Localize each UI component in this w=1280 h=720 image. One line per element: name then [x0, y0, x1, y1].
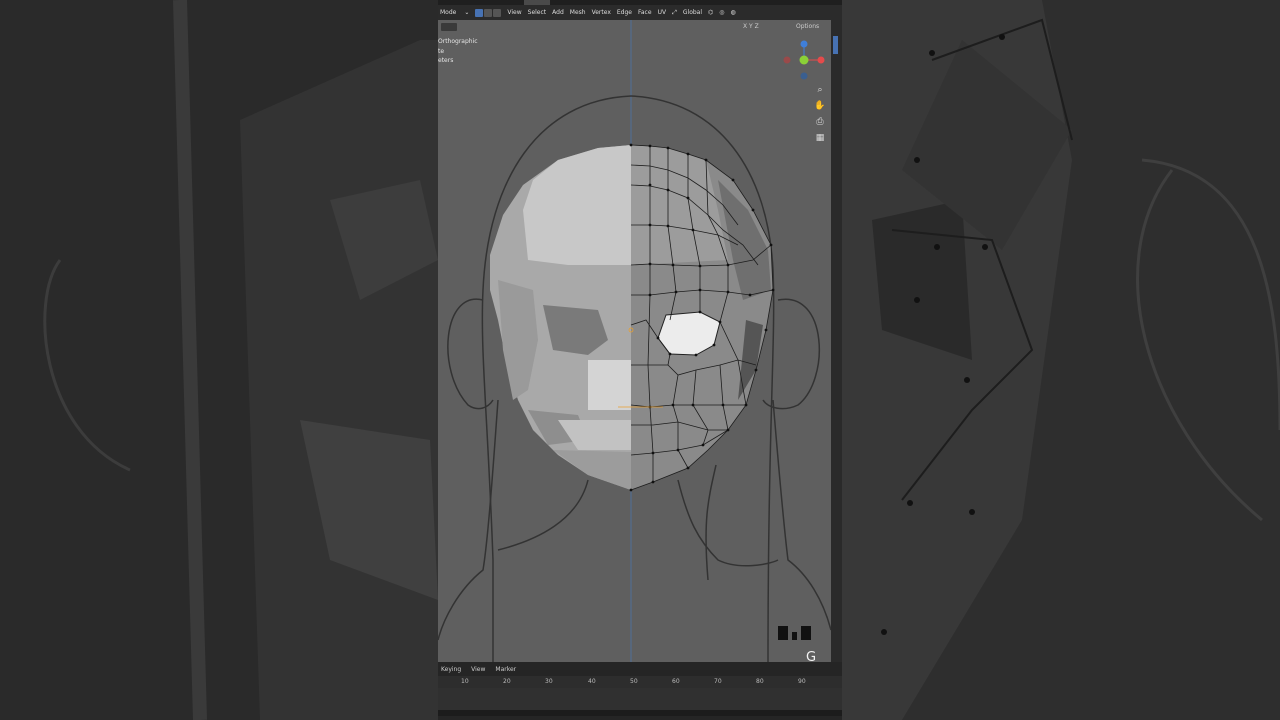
- menu-select[interactable]: Select: [528, 9, 547, 16]
- background-blur-left: [0, 0, 438, 720]
- menu-uv[interactable]: UV: [658, 9, 667, 16]
- viewport-navigation-icons: ⌕ ✋ ⎙ ▦: [814, 84, 826, 144]
- blender-window: Mode ⌄ View Select Add Mesh Vertex Edge …: [438, 0, 842, 720]
- camera-icon[interactable]: ⎙: [814, 116, 826, 128]
- timeline-track-area[interactable]: [438, 688, 842, 710]
- viewport-shading-icon[interactable]: [441, 23, 457, 31]
- gizmo-neg-z-axis[interactable]: [800, 72, 808, 80]
- frame-tick: 60: [672, 678, 680, 685]
- gizmo-x-axis[interactable]: [817, 56, 825, 64]
- gizmo-y-axis[interactable]: [799, 55, 809, 65]
- frame-tick: 30: [545, 678, 553, 685]
- key-indicator-left: [778, 626, 788, 640]
- timeline-editor: Keying View Marker 10 20 30 40 50 60 70 …: [438, 662, 842, 720]
- timeline-menu-keying[interactable]: Keying: [441, 666, 461, 673]
- view-info-projection: Orthographic: [438, 38, 478, 45]
- timeline-menu-view[interactable]: View: [471, 666, 485, 673]
- timeline-header: Keying View Marker: [438, 662, 842, 676]
- frame-tick: 70: [714, 678, 722, 685]
- grid-icon[interactable]: ▦: [814, 132, 826, 144]
- navigation-gizmo-art[interactable]: [783, 36, 828, 81]
- edge-select-button[interactable]: [484, 8, 493, 17]
- viewport-header: Mode ⌄ View Select Add Mesh Vertex Edge …: [438, 5, 842, 20]
- sidebar-strip-art: [833, 36, 838, 54]
- pressed-key-label: G: [806, 650, 817, 662]
- background-blur-left-art: [0, 0, 438, 720]
- background-blur-right: [842, 0, 1280, 720]
- face-select-button[interactable]: [493, 8, 502, 17]
- background-blur-right-art: [842, 0, 1280, 720]
- frame-tick: 20: [503, 678, 511, 685]
- gizmo-neg-x-axis[interactable]: [783, 56, 791, 64]
- menu-view[interactable]: View: [507, 9, 521, 16]
- frame-tick: 50: [630, 678, 638, 685]
- menu-mesh[interactable]: Mesh: [570, 9, 586, 16]
- keystroke-indicator: [778, 626, 811, 640]
- vertex-select-button[interactable]: [475, 8, 484, 17]
- snap-icon[interactable]: ⌬: [708, 9, 713, 16]
- view-info-object: te: [438, 48, 445, 55]
- navigation-gizmo[interactable]: [783, 36, 828, 81]
- overlay-toggle-icon[interactable]: ◍: [731, 9, 736, 16]
- timeline-scrollbar[interactable]: [438, 710, 842, 716]
- axis-mirror-toggles[interactable]: X Y Z: [743, 23, 759, 30]
- mode-dropdown[interactable]: Mode: [438, 9, 458, 16]
- key-indicator-right: [801, 626, 811, 640]
- menu-add[interactable]: Add: [552, 9, 564, 16]
- frame-tick: 90: [798, 678, 806, 685]
- hand-pan-icon[interactable]: ✋: [814, 100, 826, 112]
- options-dropdown[interactable]: Options: [796, 23, 819, 30]
- 3d-viewport[interactable]: Orthographic te eters ⌕ ✋ ⎙ ▦ G: [438, 20, 831, 662]
- frame-tick: 40: [588, 678, 596, 685]
- sidebar-collapsed-strip[interactable]: [831, 20, 842, 662]
- gizmo-z-axis[interactable]: [800, 40, 808, 48]
- viewport-overlay-bar: X Y Z Options: [438, 20, 842, 34]
- timeline-menu-marker[interactable]: Marker: [495, 666, 516, 673]
- menu-face[interactable]: Face: [638, 9, 652, 16]
- transform-orientation-icon: ⤢: [672, 8, 677, 16]
- zoom-icon[interactable]: ⌕: [814, 84, 826, 96]
- menu-edge[interactable]: Edge: [617, 9, 632, 16]
- view-info-units: eters: [438, 57, 454, 64]
- select-mode-buttons: [475, 8, 502, 17]
- menu-vertex[interactable]: Vertex: [592, 9, 611, 16]
- viewport-canvas[interactable]: [438, 20, 831, 662]
- timeline-ruler[interactable]: 10 20 30 40 50 60 70 80 90: [438, 676, 842, 688]
- frame-tick: 10: [461, 678, 469, 685]
- proportional-edit-icon[interactable]: ◎: [719, 9, 724, 16]
- chevron-down-icon: ⌄: [464, 9, 470, 16]
- frame-tick: 80: [756, 678, 764, 685]
- transform-orientation-dropdown[interactable]: Global: [683, 9, 702, 16]
- key-indicator-mid: [792, 632, 797, 640]
